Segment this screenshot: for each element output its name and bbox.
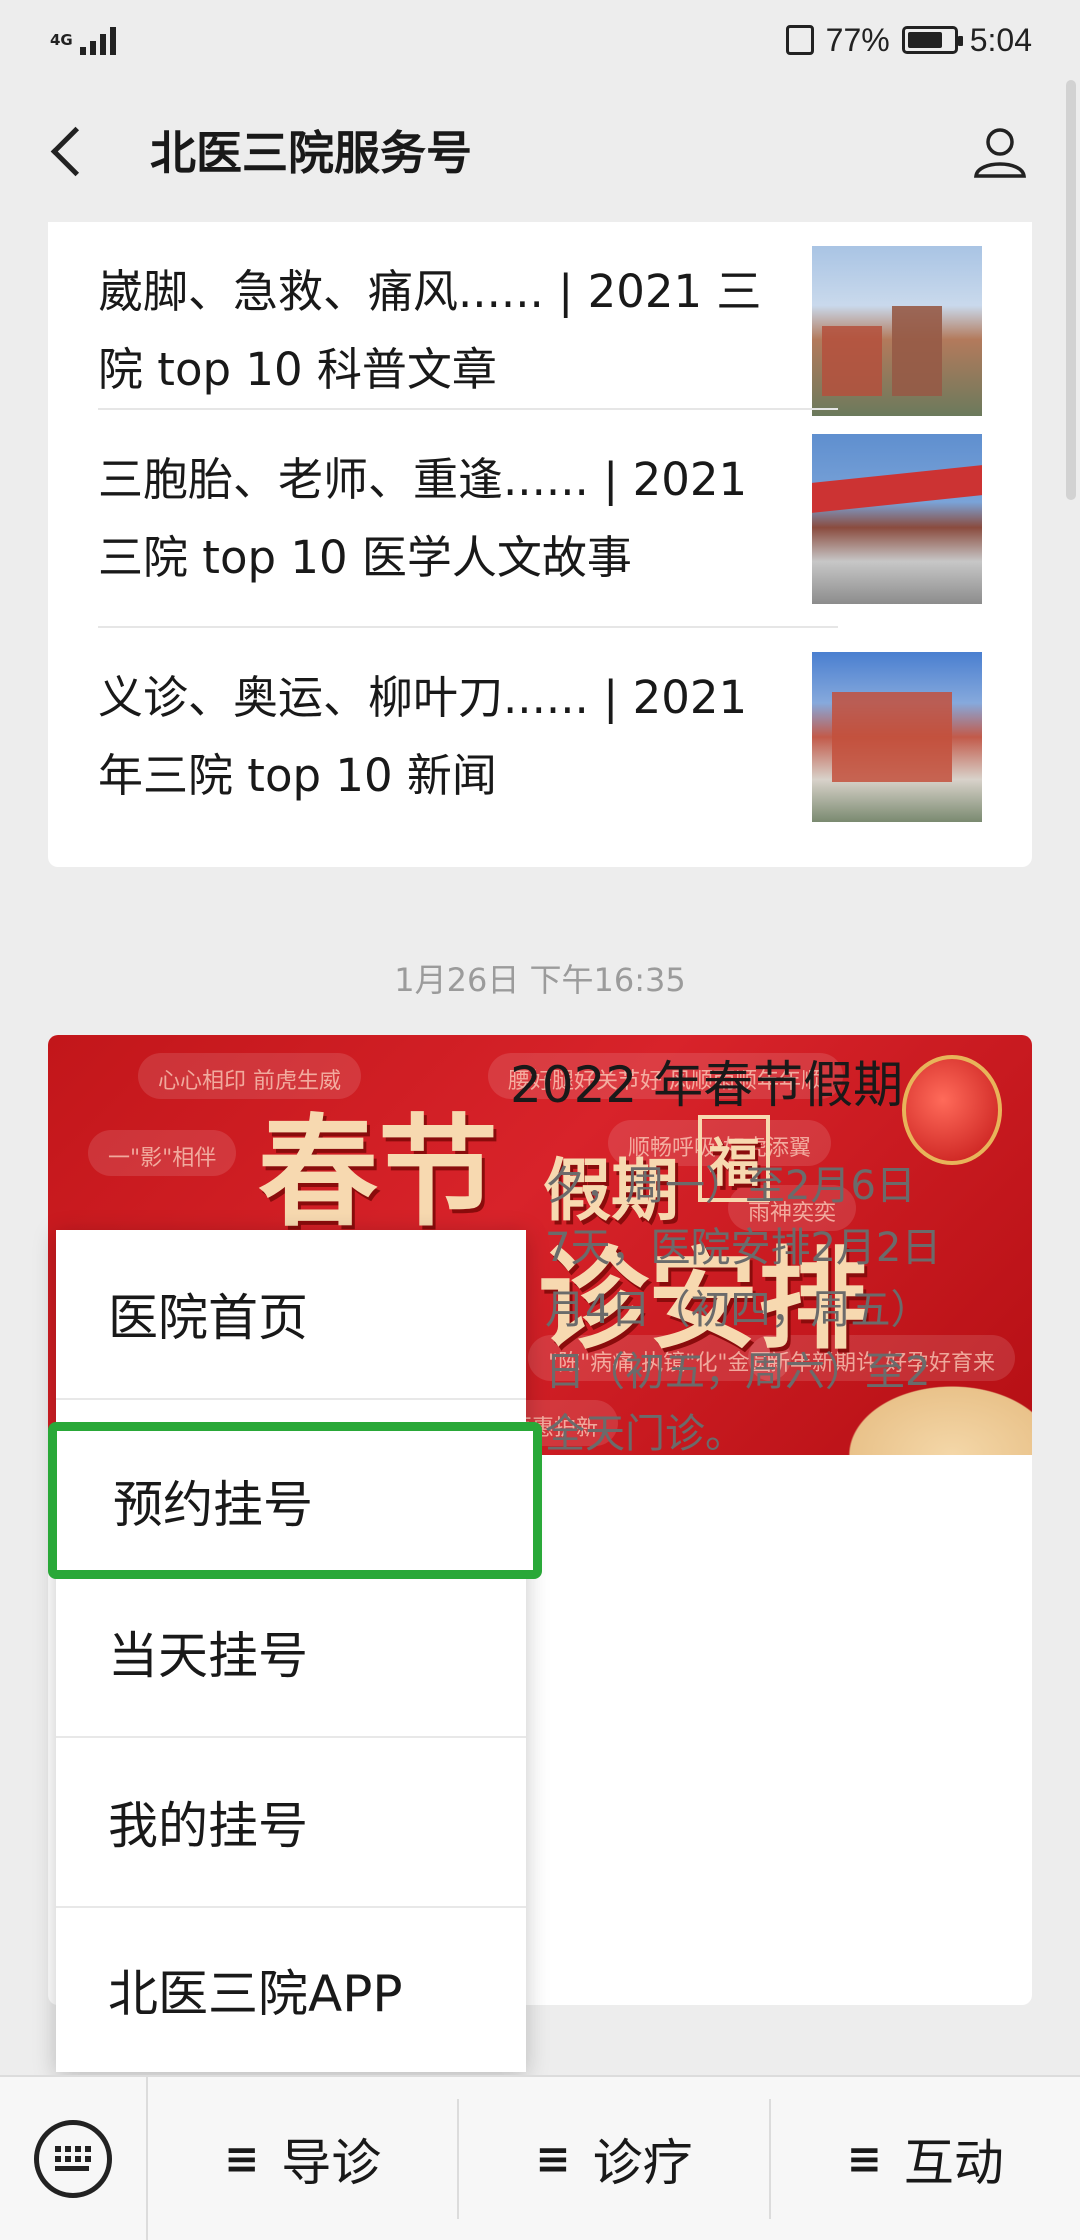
battery-icon bbox=[901, 26, 963, 54]
article-excerpt-line: 全天门诊。 bbox=[545, 1411, 745, 1457]
article-title: 三胞胎、老师、重逢...... | 2021 三院 top 10 医学人文故事 bbox=[98, 453, 748, 584]
article-item[interactable]: 义诊、奥运、柳叶刀...... | 2021 年三院 top 10 新闻 bbox=[98, 628, 982, 846]
clock: 5:04 bbox=[969, 21, 1032, 58]
divider bbox=[56, 1398, 526, 1400]
banner-headline: 春节 bbox=[258, 1102, 498, 1243]
article-excerpt-line: 日（初五，周六）至2 bbox=[545, 1349, 931, 1395]
article-list-card: 崴脚、急救、痛风...... | 2021 三院 top 10 科普文章 三胞胎… bbox=[48, 222, 1032, 867]
article-title: 崴脚、急救、痛风...... | 2021 三院 top 10 科普文章 bbox=[98, 265, 762, 396]
message-timestamp: 1月26日 下午16:35 bbox=[394, 961, 686, 999]
menu-lines-icon: ≡ bbox=[535, 2134, 571, 2183]
menu-item-hospital-home[interactable]: 医院首页 bbox=[56, 1230, 526, 1398]
menu-item-same-day-registration[interactable]: 当天挂号 bbox=[56, 1568, 526, 1736]
menu-button-label: 诊疗 bbox=[592, 2133, 693, 2192]
lantern-icon bbox=[902, 1055, 1002, 1165]
page-title: 北医三院服务号 bbox=[150, 126, 472, 180]
article-thumbnail bbox=[812, 652, 982, 822]
menu-button-label: 互动 bbox=[903, 2133, 1004, 2192]
signal-icon bbox=[80, 25, 116, 55]
menu-item-hospital-app[interactable]: 北医三院APP bbox=[56, 1906, 526, 2074]
menu-item-my-registrations[interactable]: 我的挂号 bbox=[56, 1738, 526, 1906]
keyboard-toggle-button[interactable] bbox=[0, 2076, 148, 2240]
battery-percent: 77% bbox=[825, 21, 890, 58]
network-type: 4G bbox=[50, 30, 73, 49]
keyboard-icon bbox=[34, 2119, 112, 2198]
menu-item-appointment-registration[interactable]: 预约挂号 bbox=[48, 1422, 542, 1579]
menu-button-treatment[interactable]: ≡ 诊疗 bbox=[459, 2098, 771, 2219]
signal-area: 4G bbox=[50, 25, 116, 55]
bottom-menu-bar: ≡ 导诊 ≡ 诊疗 ≡ 互动 bbox=[0, 2075, 1080, 2240]
back-chevron-icon[interactable] bbox=[40, 120, 100, 180]
service-submenu: 医院首页 当天挂号 我的挂号 北医三院APP bbox=[56, 1230, 526, 2072]
status-bar: 4G 77% 5:04 bbox=[0, 0, 1080, 80]
menu-lines-icon: ≡ bbox=[846, 2134, 882, 2183]
article-title: 2022 年春节假期 bbox=[510, 1056, 904, 1114]
menu-button-label: 导诊 bbox=[281, 2133, 382, 2192]
person-icon[interactable] bbox=[970, 122, 1030, 182]
article-thumbnail bbox=[812, 246, 982, 416]
article-excerpt-line: 7天，医院安排2月2日 bbox=[545, 1225, 942, 1271]
banner-text: 一"影"相伴 bbox=[88, 1130, 237, 1176]
menu-button-guide[interactable]: ≡ 导诊 bbox=[148, 2098, 460, 2219]
article-thumbnail bbox=[812, 434, 982, 604]
menu-button-interaction[interactable]: ≡ 互动 bbox=[771, 2099, 1080, 2219]
article-title: 义诊、奥运、柳叶刀...... | 2021 年三院 top 10 新闻 bbox=[98, 671, 748, 802]
vibrate-icon bbox=[785, 25, 814, 55]
article-excerpt-line: 月4日（初四，周五） bbox=[545, 1287, 931, 1333]
scrollbar[interactable] bbox=[1066, 80, 1076, 500]
menu-lines-icon: ≡ bbox=[224, 2134, 260, 2183]
article-excerpt-line: 夕，周一）至2月6日 bbox=[545, 1163, 916, 1209]
article-item[interactable]: 三胞胎、老师、重逢...... | 2021 三院 top 10 医学人文故事 bbox=[98, 410, 982, 628]
nav-bar: 北医三院服务号 bbox=[0, 80, 1080, 220]
battery-fill bbox=[907, 32, 942, 48]
status-right: 77% 5:04 bbox=[785, 21, 1032, 59]
